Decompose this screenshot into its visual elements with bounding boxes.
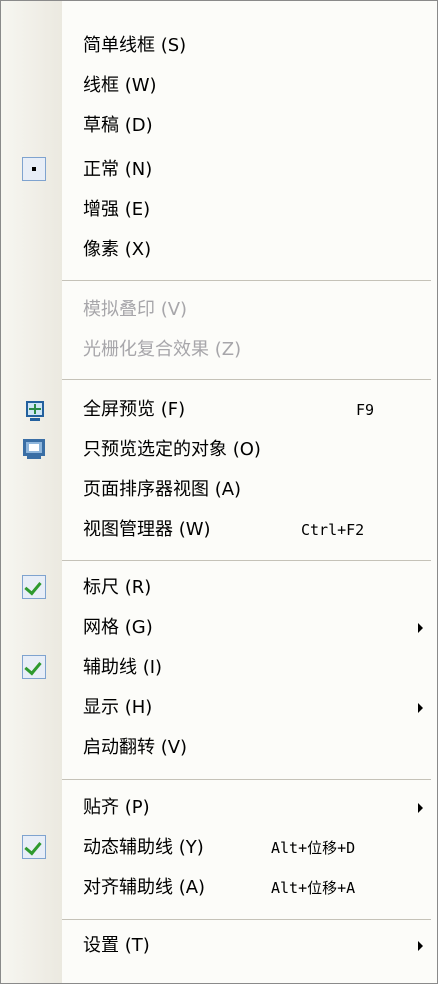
submenu-arrow-icon [418,703,423,713]
menu-item-label: 动态辅助线 (Y) [83,837,204,858]
menu-item-settings[interactable]: 设置 (T) [1,926,437,966]
menu-item-label: 视图管理器 (W) [83,519,211,540]
menu-item-label: 模拟叠印 (V) [83,299,188,320]
view-menu: 简单线框 (S) 线框 (W) 草稿 (D) 正常 (N) 增强 (E) 像素 … [0,0,438,984]
menu-item-preview-selected-only[interactable]: 只预览选定的对象 (O) [1,430,437,470]
menu-item-label: 辅助线 (I) [83,657,163,678]
radio-dot-icon [22,157,46,181]
menu-item-label: 线框 (W) [83,75,157,96]
checkmark-icon [22,835,46,859]
menu-item-label: 草稿 (D) [83,115,153,136]
menu-item-enhanced[interactable]: 增强 (E) [1,190,437,230]
menu-separator [62,919,431,920]
menu-item-grid[interactable]: 网格 (G) [1,608,437,648]
menu-item-page-sorter-view[interactable]: 页面排序器视图 (A) [1,470,437,510]
submenu-arrow-icon [418,803,423,813]
menu-item-label: 显示 (H) [83,697,153,718]
menu-item-label: 简单线框 (S) [83,35,187,56]
checkmark-icon [22,655,46,679]
menu-item-fullscreen-preview[interactable]: 全屏预览 (F) F9 [1,390,437,430]
menu-item-label: 正常 (N) [83,159,153,180]
menu-item-label: 增强 (E) [83,199,151,220]
menu-separator [62,560,431,561]
menu-item-normal[interactable]: 正常 (N) [1,150,437,190]
menu-item-label: 页面排序器视图 (A) [83,479,242,500]
menu-item-alignment-guides[interactable]: 对齐辅助线 (A) Alt+位移+A [1,868,437,908]
menu-item-label: 网格 (G) [83,617,153,638]
menu-item-label: 贴齐 (P) [83,797,150,818]
checkmark-icon [22,575,46,599]
submenu-arrow-icon [418,623,423,633]
menu-separator [62,280,431,281]
menu-item-snap-to[interactable]: 贴齐 (P) [1,788,437,828]
menu-separator [62,379,431,380]
menu-item-rulers[interactable]: 标尺 (R) [1,568,437,608]
menu-item-label: 标尺 (R) [83,577,152,598]
menu-item-guidelines[interactable]: 辅助线 (I) [1,648,437,688]
menu-item-dynamic-guides[interactable]: 动态辅助线 (Y) Alt+位移+D [1,828,437,868]
menu-item-draft[interactable]: 草稿 (D) [1,106,437,146]
menu-item-simple-wireframe[interactable]: 简单线框 (S) [1,26,437,66]
menu-item-shortcut: F9 [356,401,375,419]
fullscreen-preview-icon [26,401,44,421]
menu-item-shortcut: Alt+位移+A [271,879,356,897]
submenu-arrow-icon [418,941,423,951]
menu-item-enable-rollover[interactable]: 启动翻转 (V) [1,728,437,768]
menu-item-label: 全屏预览 (F) [83,399,186,420]
menu-item-show[interactable]: 显示 (H) [1,688,437,728]
menu-item-label: 启动翻转 (V) [83,737,188,758]
menu-item-simulate-overprint: 模拟叠印 (V) [1,290,437,330]
menu-item-shortcut: Alt+位移+D [271,839,356,857]
menu-item-label: 对齐辅助线 (A) [83,877,206,898]
menu-item-shortcut: Ctrl+F2 [301,521,365,539]
menu-item-pixels[interactable]: 像素 (X) [1,230,437,270]
menu-item-view-manager[interactable]: 视图管理器 (W) Ctrl+F2 [1,510,437,550]
menu-item-rasterize-composite: 光栅化复合效果 (Z) [1,330,437,370]
menu-item-label: 像素 (X) [83,239,152,260]
preview-selected-icon [23,439,45,459]
menu-separator [62,779,431,780]
menu-item-label: 设置 (T) [83,935,150,956]
menu-item-wireframe[interactable]: 线框 (W) [1,66,437,106]
menu-item-label: 只预览选定的对象 (O) [83,439,261,460]
menu-item-label: 光栅化复合效果 (Z) [83,339,242,360]
